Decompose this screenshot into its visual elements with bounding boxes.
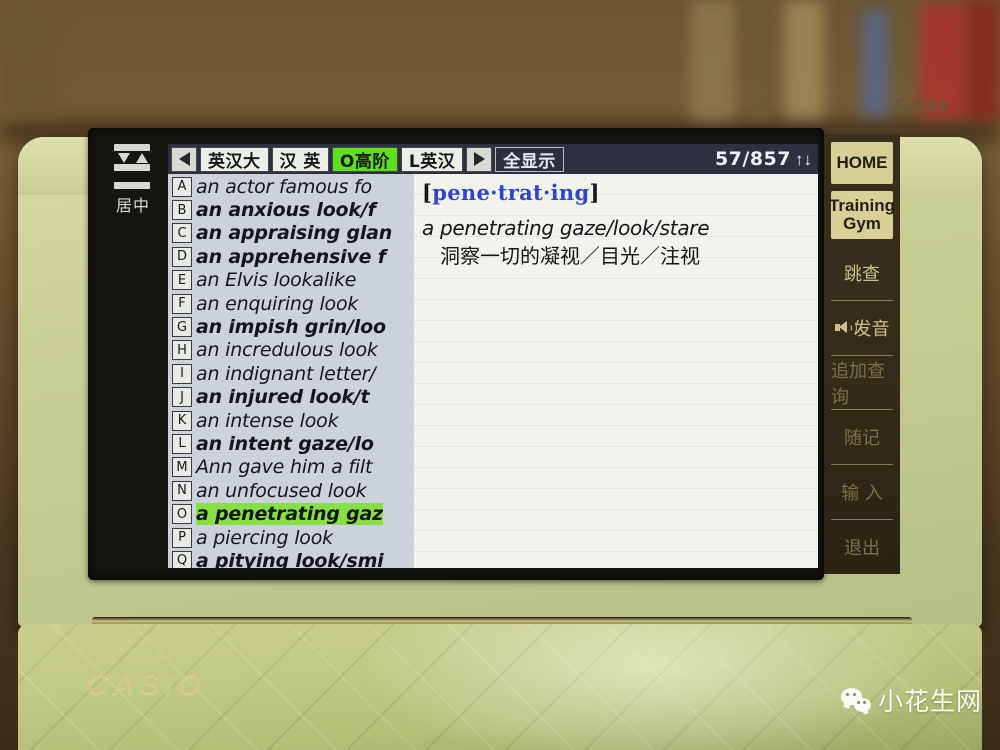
chinese-gloss: 洞察一切的凝视／目光／注视 bbox=[440, 244, 700, 269]
tab-han-ying[interactable]: 汉 英 bbox=[271, 146, 329, 172]
sidebar-key-training-gym[interactable]: Training Gym bbox=[828, 191, 896, 239]
list-item-key: I bbox=[172, 363, 192, 384]
bracket-open: [ bbox=[422, 180, 433, 205]
center-align-label: 居中 bbox=[115, 196, 150, 215]
list-item-label: an unfocused look bbox=[196, 479, 367, 502]
watermark: 小花生网 bbox=[840, 682, 982, 718]
lcd-screen: 英汉大 汉 英 O高阶 L英汉 全显示 57/857 ↑↓ Aan actor … bbox=[168, 144, 818, 568]
list-item[interactable]: Ean Elvis lookalike bbox=[168, 269, 414, 292]
list-item-label: Ann gave him a filt bbox=[196, 456, 373, 479]
list-item[interactable]: Nan unfocused look bbox=[168, 479, 414, 502]
list-item-label: an impish grin/loo bbox=[196, 316, 386, 339]
device-model-label: E-R99 bbox=[894, 96, 948, 115]
list-item-label: an Elvis lookalike bbox=[196, 269, 357, 292]
list-item[interactable]: Can appraising glan bbox=[168, 222, 414, 245]
list-item-label: an incredulous look bbox=[196, 339, 378, 362]
sidebar-item-notes[interactable]: 随记 bbox=[831, 409, 893, 464]
sidebar-key-home[interactable]: HOME bbox=[831, 142, 893, 184]
prev-dictionary-button[interactable] bbox=[171, 146, 197, 172]
sidebar-item-label: 跳查 bbox=[844, 263, 880, 285]
center-align-icon bbox=[110, 144, 154, 190]
list-item[interactable]: Ian indignant letter/ bbox=[168, 362, 414, 385]
list-item-label: a piercing look bbox=[196, 526, 333, 549]
list-item-key: A bbox=[172, 176, 192, 197]
triangle-right-icon bbox=[473, 152, 485, 166]
list-item[interactable]: Qa pitying look/smi bbox=[168, 549, 414, 568]
list-item-label: an actor famous fo bbox=[196, 175, 372, 198]
list-item-key: Q bbox=[172, 550, 192, 568]
tab-l-yinghan[interactable]: L英汉 bbox=[400, 146, 464, 172]
list-item-label: a penetrating gaz bbox=[196, 503, 384, 526]
list-item-key: J bbox=[172, 387, 192, 408]
list-item-label: an indignant letter/ bbox=[196, 362, 376, 385]
sidebar-item-label: 输 入 bbox=[841, 483, 883, 505]
watermark-text: 小花生网 bbox=[877, 687, 982, 716]
sidebar-key-label: Training bbox=[828, 195, 896, 215]
display-mode-button[interactable]: 全显示 bbox=[495, 146, 564, 172]
list-item[interactable]: Han incredulous look bbox=[168, 339, 414, 362]
sidebar-item-label: 退出 bbox=[844, 538, 880, 560]
list-item[interactable]: Kan intense look bbox=[168, 409, 414, 432]
dictionary-tab-bar: 英汉大 汉 英 O高阶 L英汉 全显示 57/857 ↑↓ bbox=[168, 144, 818, 174]
sidebar-key-label-2: Gym bbox=[843, 214, 881, 233]
list-item-label: an appraising glan bbox=[196, 222, 393, 245]
list-item[interactable]: Ban anxious look/f bbox=[168, 198, 414, 221]
list-item-key: L bbox=[172, 433, 192, 454]
list-item-key: D bbox=[172, 246, 192, 267]
next-dictionary-button[interactable] bbox=[466, 146, 493, 172]
scroll-arrows-icon: ↑↓ bbox=[795, 149, 812, 169]
list-item-key: G bbox=[172, 317, 192, 338]
sidebar-item-label: 随记 bbox=[844, 428, 880, 450]
tab-o-gaojie[interactable]: O高阶 bbox=[331, 146, 398, 172]
list-item-key: N bbox=[172, 480, 192, 501]
list-item-key: O bbox=[172, 504, 192, 525]
triangle-left-icon bbox=[178, 152, 190, 166]
casio-logo: CASIO bbox=[86, 668, 207, 701]
touch-function-sidebar: HOME Training Gym 跳查发音追加查询随记输 入退出 bbox=[824, 134, 900, 574]
sidebar-item-label: 发音 bbox=[853, 318, 890, 340]
list-item-label: an anxious look/f bbox=[196, 199, 376, 222]
sidebar-item-input[interactable]: 输 入 bbox=[831, 464, 893, 519]
search-result-list[interactable]: Aan actor famous fo Ban anxious look/f Can… bbox=[168, 174, 414, 568]
list-item-key: E bbox=[172, 270, 192, 291]
list-item-key: H bbox=[172, 340, 192, 361]
list-item-key: F bbox=[172, 293, 192, 314]
sidebar-item-label: 追加查询 bbox=[831, 360, 885, 408]
list-item[interactable]: Fan enquiring look bbox=[168, 292, 414, 315]
sidebar-item-jump-search[interactable]: 跳查 bbox=[831, 246, 893, 300]
sidebar-item-exit[interactable]: 退出 bbox=[831, 519, 893, 574]
list-item-key: B bbox=[172, 200, 192, 221]
speaker-icon bbox=[834, 321, 857, 336]
list-item-label: an apprehensive f bbox=[196, 245, 386, 268]
definition-pane: [pene·trat·ing] a penetrating gaze/look/… bbox=[414, 174, 818, 568]
list-item-key: P bbox=[172, 527, 192, 548]
sidebar-item-additional-query[interactable]: 追加查询 bbox=[831, 354, 893, 410]
list-item[interactable]: M Ann gave him a filt bbox=[168, 456, 414, 479]
example-sentence: a penetrating gaze/look/stare bbox=[422, 216, 710, 241]
list-item-label: an enquiring look bbox=[196, 292, 359, 315]
list-item[interactable]: Oa penetrating gaz bbox=[168, 502, 414, 526]
wechat-icon bbox=[840, 688, 871, 712]
list-item[interactable]: Jan injured look/t bbox=[168, 386, 414, 409]
list-item[interactable]: Aan actor famous fo bbox=[168, 175, 414, 198]
list-item[interactable]: Pa piercing look bbox=[168, 526, 414, 549]
list-item-label: an injured look/t bbox=[196, 386, 370, 409]
sidebar-item-pronounce[interactable]: 发音 bbox=[831, 299, 893, 355]
list-item-key: C bbox=[172, 223, 192, 244]
list-item[interactable]: Dan apprehensive f bbox=[168, 245, 414, 268]
list-item[interactable]: Gan impish grin/loo bbox=[168, 315, 414, 338]
tab-ying-han-da[interactable]: 英汉大 bbox=[200, 146, 269, 172]
list-item-key: K bbox=[172, 410, 192, 431]
page-counter: 57/857 bbox=[714, 148, 791, 170]
list-item-label: an intense look bbox=[196, 409, 339, 432]
headword-text: pene·trat·ing bbox=[432, 180, 590, 205]
headword: [pene·trat·ing] bbox=[422, 180, 810, 206]
sidebar-key-label: HOME bbox=[836, 152, 888, 172]
list-item-key: M bbox=[172, 457, 192, 478]
list-item-label: a pitying look/smi bbox=[196, 549, 384, 568]
list-item-label: an intent gaze/lo bbox=[196, 432, 374, 455]
list-item[interactable]: Lan intent gaze/lo bbox=[168, 432, 414, 455]
bracket-close: ] bbox=[589, 180, 600, 205]
